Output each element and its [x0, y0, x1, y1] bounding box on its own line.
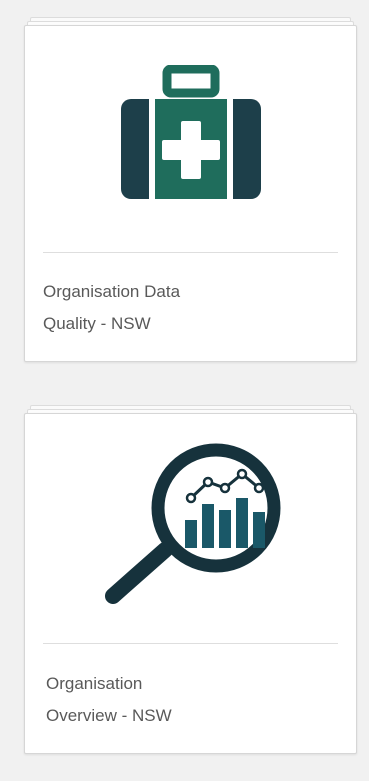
- card-body[interactable]: Organisation Overview - NSW: [24, 413, 357, 754]
- magnifier-chart-icon: [104, 443, 280, 604]
- app-card-data-quality[interactable]: Organisation Data Quality - NSW: [24, 17, 357, 362]
- card-thumbnail[interactable]: [25, 414, 356, 632]
- card-title[interactable]: Organisation Overview - NSW: [46, 668, 338, 732]
- card-divider: [43, 643, 338, 644]
- card-title-line: Organisation Data: [43, 282, 181, 301]
- card-divider: [43, 252, 338, 253]
- app-card-overview[interactable]: Organisation Overview - NSW: [24, 405, 357, 754]
- card-title-line: Overview - NSW: [46, 706, 172, 725]
- card-thumbnail[interactable]: [25, 26, 356, 244]
- card-title-line: Organisation: [46, 674, 143, 693]
- card-title[interactable]: Organisation Data Quality - NSW: [43, 276, 338, 340]
- first-aid-kit-icon: [120, 65, 261, 199]
- card-title-line: Quality - NSW: [43, 314, 151, 333]
- card-body[interactable]: Organisation Data Quality - NSW: [24, 25, 357, 362]
